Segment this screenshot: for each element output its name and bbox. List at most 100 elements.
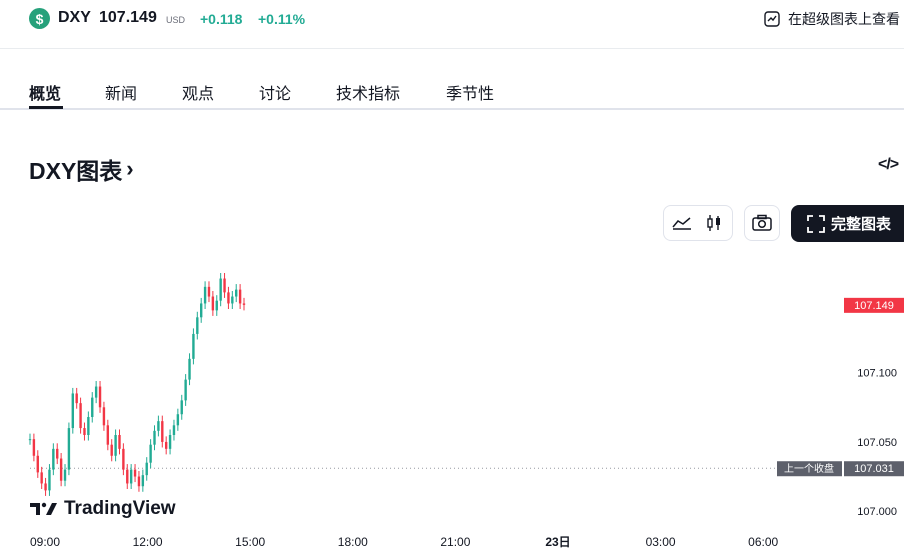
tradingview-watermark: TradingView bbox=[30, 498, 176, 520]
open-supercharts-label: 在超级图表上查看 bbox=[788, 11, 900, 27]
ticker-currency: USD bbox=[166, 15, 186, 25]
candle-body bbox=[63, 469, 67, 481]
candle-body bbox=[188, 358, 191, 380]
open-supercharts-link[interactable]: 在超级图表上查看 bbox=[764, 9, 900, 29]
ticker-header: $ DXY 107.149 USD +0.118 +0.11% 在超级图表上查看 bbox=[0, 0, 904, 49]
candle-body bbox=[153, 430, 156, 445]
fullscreen-icon bbox=[807, 214, 825, 233]
dollar-icon: $ bbox=[29, 8, 50, 29]
candle-body bbox=[94, 386, 98, 398]
candle-body bbox=[48, 469, 51, 491]
x-tick-label: 09:00 bbox=[30, 535, 60, 549]
candle-body bbox=[102, 407, 106, 426]
ticker-change-pct: +0.11% bbox=[258, 11, 306, 27]
tab-bar: 概览 新闻 观点 讨论 技术指标 季节性 bbox=[0, 48, 904, 110]
tab-news[interactable]: 新闻 bbox=[105, 80, 137, 104]
candle-body bbox=[71, 393, 74, 429]
embed-code-icon[interactable]: </> bbox=[878, 156, 899, 174]
candle-body bbox=[200, 303, 203, 318]
candle-body bbox=[184, 379, 187, 401]
x-tick-label: 18:00 bbox=[338, 535, 368, 549]
chart-line-icon bbox=[764, 11, 780, 27]
chart-title-text: DXY图表 bbox=[29, 158, 123, 184]
ticker-change: +0.118 bbox=[200, 11, 243, 27]
candle-body bbox=[44, 483, 47, 491]
tab-technicals[interactable]: 技术指标 bbox=[336, 80, 400, 104]
candle-body bbox=[242, 303, 246, 305]
candle-body bbox=[56, 448, 59, 459]
x-tick-label: 21:00 bbox=[440, 535, 470, 549]
prev-close-value: 107.031 bbox=[854, 463, 894, 475]
current-price-label: 107.149 bbox=[854, 300, 894, 312]
candle-body bbox=[75, 393, 78, 404]
full-chart-button[interactable]: 完整图表 bbox=[791, 205, 904, 242]
tab-ideas[interactable]: 观点 bbox=[182, 80, 214, 104]
candle-body bbox=[203, 286, 207, 304]
chart-style-toggle bbox=[663, 205, 733, 241]
x-tick-label: 12:00 bbox=[133, 535, 163, 549]
candle-body bbox=[149, 444, 152, 463]
candle-body bbox=[164, 441, 168, 449]
tab-discussion[interactable]: 讨论 bbox=[259, 80, 291, 104]
candle-body bbox=[157, 421, 160, 431]
area-chart-icon bbox=[672, 217, 691, 230]
candle-body bbox=[161, 421, 164, 442]
camera-icon bbox=[752, 214, 772, 231]
candle-body bbox=[172, 425, 176, 435]
candle-body bbox=[87, 417, 90, 435]
chevron-right-icon: › bbox=[126, 156, 134, 181]
candle-body bbox=[91, 397, 94, 417]
chart-section-title[interactable]: DXY图表 › bbox=[29, 152, 134, 186]
candle-body bbox=[215, 300, 218, 311]
candle-body bbox=[67, 428, 71, 470]
candle-body bbox=[133, 469, 137, 477]
candle-body bbox=[145, 462, 148, 476]
tab-overview[interactable]: 概览 bbox=[29, 80, 61, 104]
candle-body bbox=[114, 435, 117, 456]
candle-body bbox=[129, 469, 133, 484]
candle-body bbox=[211, 296, 215, 311]
ticker-symbol: DXY bbox=[58, 9, 91, 26]
candle-body bbox=[207, 286, 211, 297]
candle-body bbox=[141, 475, 145, 487]
y-tick-label: 107.100 bbox=[857, 368, 897, 380]
candle-body bbox=[168, 435, 172, 449]
tradingview-logo-icon bbox=[30, 502, 57, 515]
candle-body bbox=[59, 458, 63, 481]
candle-body bbox=[180, 400, 183, 415]
candle-body bbox=[137, 476, 141, 487]
full-chart-label: 完整图表 bbox=[831, 216, 892, 233]
x-tick-label: 06:00 bbox=[748, 535, 778, 549]
candle-body bbox=[238, 289, 242, 304]
candles-button[interactable] bbox=[701, 211, 727, 235]
y-tick-label: 107.050 bbox=[857, 437, 897, 449]
area-chart-button[interactable] bbox=[669, 211, 695, 235]
x-tick-label: 15:00 bbox=[235, 535, 265, 549]
candle-body bbox=[40, 472, 43, 484]
candle-body bbox=[126, 469, 129, 484]
tab-seasonals[interactable]: 季节性 bbox=[446, 80, 494, 104]
snapshot-button[interactable] bbox=[744, 205, 780, 241]
candle-body bbox=[52, 448, 55, 470]
candle-body bbox=[110, 444, 113, 456]
active-tab-indicator bbox=[29, 106, 63, 109]
candle-body bbox=[219, 278, 222, 301]
candle-body bbox=[192, 333, 195, 359]
candle-body bbox=[28, 439, 32, 441]
candle-body bbox=[176, 414, 180, 426]
candle-body bbox=[118, 435, 121, 449]
candle-body bbox=[32, 439, 36, 456]
candle-body bbox=[98, 386, 102, 408]
candle-body bbox=[227, 292, 230, 304]
candle-body bbox=[83, 428, 86, 435]
candle-body bbox=[196, 317, 199, 334]
x-tick-label: 23日 bbox=[545, 535, 570, 549]
candles-icon bbox=[707, 215, 720, 231]
candle-body bbox=[223, 278, 226, 293]
watermark-text: TradingView bbox=[64, 498, 176, 519]
ticker-price: 107.149 bbox=[99, 9, 157, 26]
candle-body bbox=[36, 455, 39, 473]
candle-body bbox=[235, 289, 238, 297]
y-tick-label: 107.000 bbox=[857, 506, 897, 518]
candle-body bbox=[231, 296, 234, 304]
